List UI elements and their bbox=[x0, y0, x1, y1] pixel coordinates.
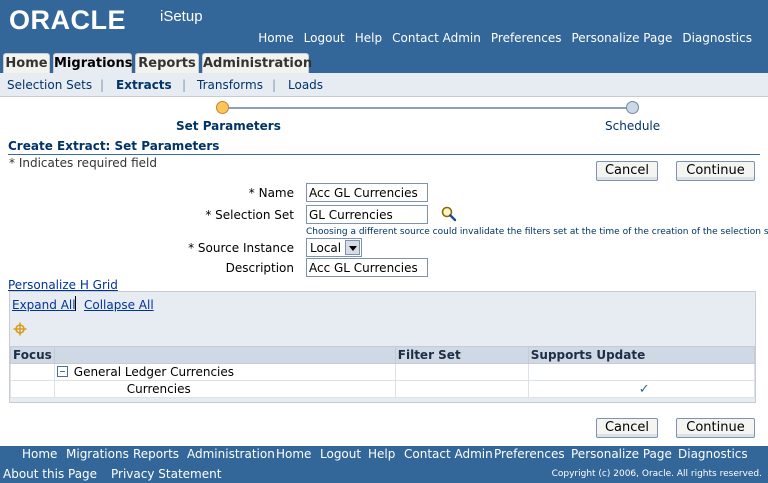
description-label: Description bbox=[225, 261, 294, 275]
subtab-bar: Selection Sets | Extracts | Transforms |… bbox=[0, 73, 768, 97]
oracle-logo: ORACLE bbox=[9, 5, 126, 35]
filter-set-cell bbox=[394, 363, 529, 381]
subtab-separator: | bbox=[182, 78, 187, 92]
footer-link-logout[interactable]: Logout bbox=[320, 447, 361, 461]
name-input[interactable]: Acc GL Currencies bbox=[306, 183, 428, 202]
continue-button-bottom[interactable]: Continue bbox=[676, 418, 755, 438]
subtab-selection-sets[interactable]: Selection Sets bbox=[7, 78, 92, 92]
global-link-contact-admin[interactable]: Contact Admin bbox=[392, 31, 481, 45]
table-row: Currencies ✓ bbox=[10, 380, 756, 398]
footer-link-personalize-page[interactable]: Personalize Page bbox=[571, 447, 672, 461]
footer-link-preferences[interactable]: Preferences bbox=[494, 447, 565, 461]
link-separator bbox=[75, 296, 76, 311]
expand-all-link[interactable]: Expand All bbox=[12, 298, 76, 312]
train-label-schedule[interactable]: Schedule bbox=[605, 119, 660, 133]
subtab-extracts[interactable]: Extracts bbox=[116, 78, 172, 92]
row-label: Currencies bbox=[126, 382, 191, 396]
chevron-down-icon[interactable] bbox=[345, 240, 360, 255]
subtab-separator: | bbox=[100, 78, 105, 92]
source-instance-label: * Source Instance bbox=[188, 241, 294, 255]
subtab-transforms[interactable]: Transforms bbox=[197, 78, 263, 92]
train-line bbox=[224, 107, 632, 109]
tab-bar: Home Migrations Reports Administration bbox=[0, 51, 768, 73]
footer-link-diagnostics[interactable]: Diagnostics bbox=[678, 447, 748, 461]
header-banner: ORACLE iSetup Home Logout Help Contact A… bbox=[0, 0, 768, 51]
table-row: General Ledger Currencies bbox=[10, 363, 756, 381]
train-stop-current bbox=[216, 101, 229, 114]
table-header-row: Focus Filter Set Supports Update bbox=[10, 346, 756, 364]
global-link-preferences[interactable]: Preferences bbox=[491, 31, 562, 45]
tab-migrations[interactable]: Migrations bbox=[53, 53, 132, 73]
tab-home[interactable]: Home bbox=[3, 53, 50, 73]
column-header-supports-update: Supports Update bbox=[527, 346, 756, 364]
name-label: * Name bbox=[248, 186, 294, 200]
cancel-button[interactable]: Cancel bbox=[596, 161, 658, 181]
supports-update-cell bbox=[527, 363, 756, 381]
about-page-link[interactable]: About this Page bbox=[3, 467, 97, 481]
train-label-set-parameters: Set Parameters bbox=[176, 119, 281, 133]
name-cell: General Ledger Currencies bbox=[53, 363, 396, 381]
collapse-all-link[interactable]: Collapse All bbox=[84, 298, 154, 312]
global-link-logout[interactable]: Logout bbox=[304, 31, 345, 45]
global-link-diagnostics[interactable]: Diagnostics bbox=[682, 31, 752, 45]
collapse-icon[interactable] bbox=[56, 366, 68, 377]
name-cell: Currencies bbox=[53, 380, 396, 398]
tab-administration[interactable]: Administration bbox=[202, 53, 312, 73]
selection-set-label: * Selection Set bbox=[205, 208, 294, 222]
footer-links: Home Migrations Reports Administration H… bbox=[0, 446, 768, 464]
footer-link-home-2[interactable]: Home bbox=[276, 447, 311, 461]
continue-button[interactable]: Continue bbox=[676, 161, 755, 181]
source-instance-select[interactable]: Local bbox=[306, 238, 362, 257]
focus-cell bbox=[10, 363, 55, 381]
personalize-hgrid-link[interactable]: Personalize H Grid bbox=[8, 278, 118, 292]
column-header-filter-set: Filter Set bbox=[394, 346, 529, 364]
global-links: Home Logout Help Contact Admin Preferenc… bbox=[258, 31, 752, 45]
focus-cell bbox=[10, 380, 55, 398]
footer-link-reports[interactable]: Reports bbox=[133, 447, 179, 461]
global-link-personalize-page[interactable]: Personalize Page bbox=[571, 31, 672, 45]
selection-set-hint: Choosing a different source could invali… bbox=[306, 227, 768, 237]
train-stop-next[interactable] bbox=[626, 101, 639, 114]
app-name: iSetup bbox=[160, 8, 203, 25]
global-link-help[interactable]: Help bbox=[355, 31, 382, 45]
footer-link-migrations[interactable]: Migrations bbox=[66, 447, 129, 461]
column-header-focus: Focus bbox=[10, 346, 55, 364]
subtab-loads[interactable]: Loads bbox=[288, 78, 323, 92]
column-header-name bbox=[53, 346, 396, 364]
footer-link-administration[interactable]: Administration bbox=[187, 447, 275, 461]
copyright-text: Copyright (c) 2006, Oracle. All rights r… bbox=[551, 469, 762, 479]
cancel-button-bottom[interactable]: Cancel bbox=[596, 418, 658, 438]
tab-reports[interactable]: Reports bbox=[135, 53, 199, 73]
description-input[interactable]: Acc GL Currencies bbox=[306, 258, 428, 277]
process-train: Set Parameters Schedule bbox=[0, 97, 768, 135]
footer-link-home[interactable]: Home bbox=[22, 447, 57, 461]
search-icon[interactable] bbox=[440, 205, 457, 222]
page-title: Create Extract: Set Parameters bbox=[8, 139, 760, 155]
subtab-separator: | bbox=[272, 78, 277, 92]
focus-icon[interactable] bbox=[13, 322, 27, 336]
required-note: * Indicates required field bbox=[9, 156, 158, 170]
source-instance-value: Local bbox=[310, 241, 342, 255]
global-link-home[interactable]: Home bbox=[258, 31, 293, 45]
privacy-statement-link[interactable]: Privacy Statement bbox=[111, 467, 221, 481]
check-icon: ✓ bbox=[638, 381, 650, 397]
footer-link-help[interactable]: Help bbox=[368, 447, 395, 461]
footer-link-contact-admin[interactable]: Contact Admin bbox=[404, 447, 493, 461]
row-label: General Ledger Currencies bbox=[73, 365, 235, 379]
supports-update-cell: ✓ bbox=[527, 380, 756, 398]
footer-bottom: About this Page Privacy Statement Copyri… bbox=[0, 464, 768, 483]
selection-set-input[interactable]: GL Currencies bbox=[306, 205, 428, 224]
filter-set-cell bbox=[394, 380, 529, 398]
hgrid-table: Focus Filter Set Supports Update General… bbox=[10, 346, 756, 398]
hgrid: Expand All Collapse All Focus Filter Set… bbox=[9, 291, 756, 403]
